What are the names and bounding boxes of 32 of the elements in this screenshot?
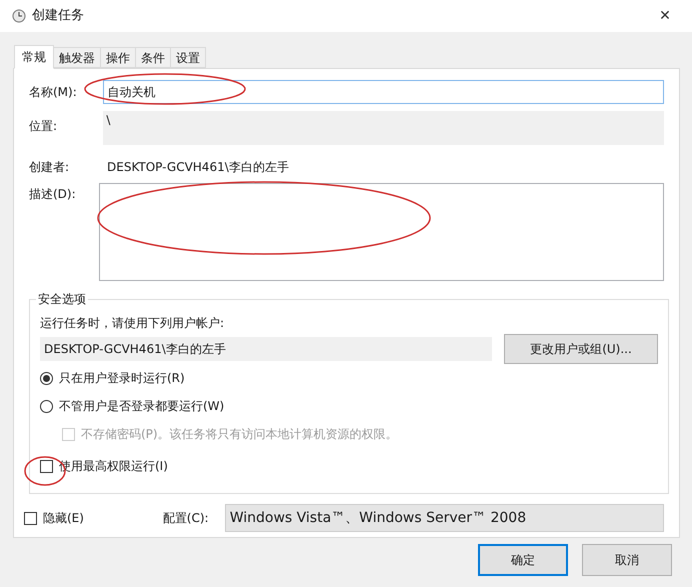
window-title: 创建任务: [32, 7, 85, 26]
tab[interactable]: 条件: [136, 47, 171, 68]
field-label: 名称(M):: [29, 84, 78, 101]
account-field: DESKTOP-GCVH461\李白的左手: [40, 337, 492, 361]
account-prompt: 运行任务时，请使用下列用户帐户:: [40, 315, 226, 330]
checkbox[interactable]: [40, 460, 53, 472]
field-label: 创建者:: [29, 159, 70, 176]
option-label: 不存储密码(P)。该任务将只有访问本地计算机资源的权限。: [81, 426, 398, 443]
tab[interactable]: 设置: [171, 47, 206, 68]
change-user-button[interactable]: 更改用户或组(U)...: [504, 334, 658, 364]
config-dropdown[interactable]: Windows Vista™、Windows Server™ 2008: [224, 504, 664, 532]
tab[interactable]: 常规: [14, 45, 54, 69]
tab[interactable]: 触发器: [54, 47, 101, 68]
location-field: \: [103, 111, 664, 145]
group-title: 安全选项: [36, 290, 88, 308]
checkbox[interactable]: [24, 512, 37, 524]
clock-icon: [12, 9, 26, 23]
radio-button[interactable]: [40, 400, 53, 412]
dialog-button[interactable]: 取消: [582, 544, 672, 576]
dialog-button[interactable]: 确定: [478, 544, 568, 576]
field-label: 位置:: [29, 118, 58, 135]
field-label: 配置(C):: [162, 510, 210, 527]
option-label[interactable]: 隐藏(E): [42, 509, 163, 527]
field-label: 描述(D):: [29, 186, 77, 203]
option-label[interactable]: 只在用户登录时运行(R): [59, 369, 185, 387]
name-field[interactable]: 自动关机: [103, 80, 664, 104]
radio-button[interactable]: [40, 372, 53, 384]
author-value: DESKTOP-GCVH461\李白的左手: [107, 159, 289, 176]
close-button[interactable]: ✕: [650, 1, 680, 31]
option-label[interactable]: 不管用户是否登录都要运行(W): [59, 397, 224, 415]
tab[interactable]: 操作: [101, 47, 136, 68]
description-field[interactable]: [99, 183, 664, 281]
